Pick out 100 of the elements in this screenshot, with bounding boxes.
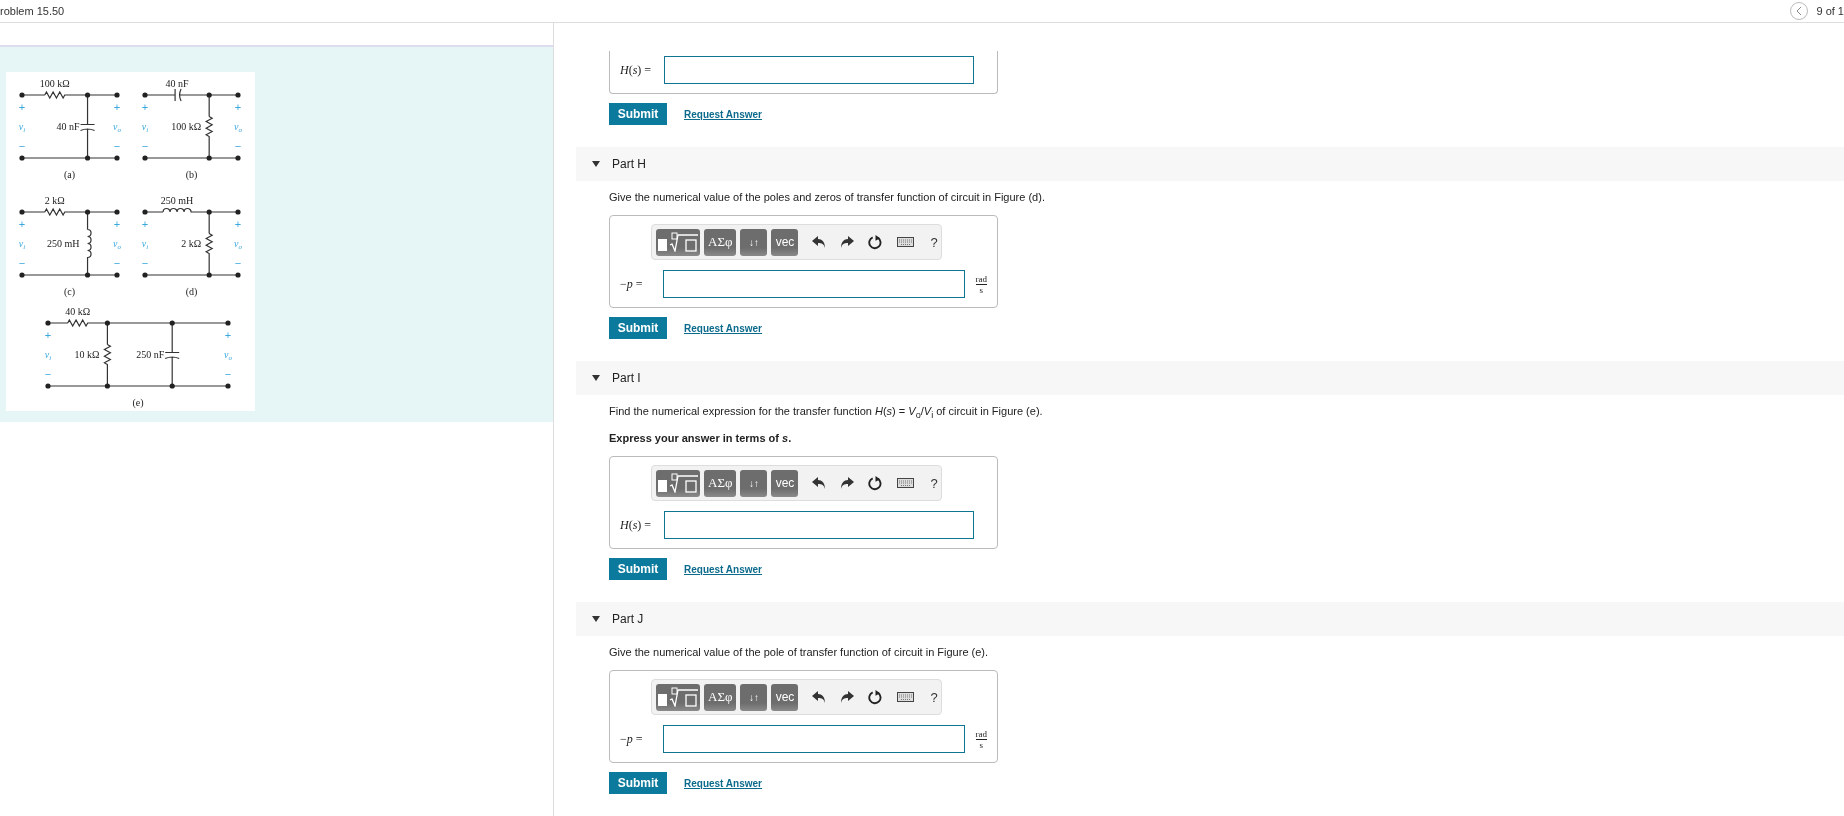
component-label: 100 kΩ	[171, 121, 202, 132]
unit-fraction: rad s	[975, 728, 987, 750]
polarity-sign: −	[141, 140, 149, 152]
answer-label: H(s) =	[620, 517, 653, 533]
polarity-sign: −	[141, 257, 149, 269]
part-header[interactable]: Part H	[576, 147, 1844, 181]
component-label: 250 mH	[47, 238, 80, 249]
subscript-button[interactable]: ↓↑	[740, 228, 768, 256]
component-label: 2 kΩ	[181, 238, 202, 249]
symbols-button[interactable]: ΑΣφ	[704, 469, 737, 497]
request-answer-link[interactable]: Request Answer	[684, 108, 762, 120]
templates-button[interactable]	[656, 683, 700, 711]
terminal-label: v$_{i}$	[18, 121, 26, 134]
figure-caption: (d)	[185, 286, 198, 297]
polarity-sign: +	[234, 101, 242, 113]
vector-button[interactable]: vec	[771, 469, 799, 497]
answer-field[interactable]	[664, 511, 974, 540]
reset-icon[interactable]	[868, 475, 884, 491]
unit-fraction: rad s	[975, 273, 987, 295]
request-answer-link[interactable]: Request Answer	[684, 563, 762, 575]
part-header[interactable]: Part I	[576, 361, 1844, 395]
figure-caption: (c)	[63, 286, 76, 297]
polarity-sign: −	[234, 257, 242, 269]
polarity-sign: +	[141, 218, 149, 230]
templates-button[interactable]	[656, 469, 700, 497]
submit-button[interactable]: Submit	[609, 103, 667, 125]
subscript-button[interactable]: ↓↑	[740, 683, 768, 711]
help-button[interactable]: ?	[930, 234, 938, 250]
answer-label: H(s) =	[620, 62, 653, 78]
undo-icon[interactable]	[812, 477, 827, 490]
polarity-sign: −	[18, 257, 26, 269]
submit-button[interactable]: Submit	[609, 772, 667, 795]
symbols-button[interactable]: ΑΣφ	[704, 228, 737, 256]
polarity-sign: −	[113, 140, 121, 152]
answer-field[interactable]	[662, 725, 965, 754]
redo-icon[interactable]	[840, 477, 855, 490]
terminal-label: v$_{o}$	[234, 238, 242, 251]
keyboard-icon[interactable]	[897, 237, 915, 247]
subscript-button[interactable]: ↓↑	[740, 469, 768, 497]
question-text: Give the numerical value of the poles and zeros of transfer function of circuit in Figure (d).	[609, 191, 1046, 203]
submit-button[interactable]: Submit	[609, 317, 667, 339]
terminal-label: v$_{i}$	[44, 349, 52, 362]
component-label: 40 nF	[165, 78, 189, 89]
component-label: 40 nF	[56, 121, 80, 132]
figure-caption: (a)	[63, 169, 76, 180]
help-button[interactable]: ?	[930, 475, 938, 491]
vector-button[interactable]: vec	[771, 683, 799, 711]
answer-label: −p =	[620, 731, 644, 747]
polarity-sign: −	[18, 140, 26, 152]
templates-button[interactable]	[656, 228, 700, 256]
request-answer-link[interactable]: Request Answer	[684, 777, 762, 789]
undo-icon[interactable]	[812, 236, 827, 248]
undo-icon[interactable]	[812, 691, 827, 704]
instruction-text: Express your answer in terms of s.	[609, 432, 793, 445]
polarity-sign: −	[113, 257, 121, 269]
help-button[interactable]: ?	[930, 689, 938, 705]
component-label: 250 mH	[160, 195, 194, 206]
polarity-sign: +	[234, 218, 242, 230]
problem-position: 9 of 1	[1816, 5, 1844, 17]
terminal-label: v$_{i}$	[141, 121, 149, 134]
component-label: 250 nF	[136, 349, 165, 360]
question-text: Find the numerical expression for the transfer function H(s) = V$_{o}$/V$_{i}$ of circuit in Figure (e).	[609, 405, 1044, 421]
redo-icon[interactable]	[840, 236, 855, 248]
polarity-sign: +	[18, 218, 26, 230]
figure-caption: (b)	[185, 169, 198, 180]
component-label: 2 kΩ	[44, 195, 65, 206]
polarity-sign: −	[44, 368, 52, 380]
figure-caption: (e)	[132, 397, 144, 408]
polarity-sign: −	[234, 140, 242, 152]
terminal-label: v$_{i}$	[141, 238, 149, 251]
terminal-label: v$_{o}$	[113, 121, 121, 134]
polarity-sign: +	[18, 101, 26, 113]
keyboard-icon[interactable]	[897, 692, 915, 703]
submit-button[interactable]: Submit	[609, 558, 667, 581]
answer-label: −p =	[620, 276, 644, 292]
templates-icon	[656, 473, 700, 494]
polarity-sign: +	[141, 101, 149, 113]
question-text: Give the numerical value of the pole of transfer function of circuit in Figure (e).	[609, 646, 990, 659]
terminal-label: v$_{o}$	[113, 238, 121, 251]
reset-icon[interactable]	[868, 234, 884, 250]
answer-field[interactable]	[662, 270, 965, 298]
part-header[interactable]: Part J	[576, 602, 1844, 637]
keyboard-icon[interactable]	[897, 478, 915, 489]
symbols-button[interactable]: ΑΣφ	[704, 683, 737, 711]
reset-icon[interactable]	[868, 689, 884, 705]
templates-icon	[656, 687, 700, 708]
chevron-left-icon	[1796, 7, 1803, 15]
component-label: 100 kΩ	[39, 78, 70, 89]
polarity-sign: +	[113, 218, 121, 230]
redo-icon[interactable]	[840, 691, 855, 704]
polarity-sign: +	[224, 329, 232, 341]
vector-button[interactable]: vec	[771, 228, 799, 256]
polarity-sign: +	[113, 101, 121, 113]
request-answer-link[interactable]: Request Answer	[684, 322, 762, 334]
terminal-label: v$_{o}$	[234, 121, 242, 134]
polarity-sign: +	[44, 329, 52, 341]
component-label: 40 kΩ	[65, 306, 91, 317]
component-label: 10 kΩ	[74, 349, 100, 360]
templates-icon	[656, 232, 700, 252]
answer-field[interactable]	[664, 56, 974, 84]
